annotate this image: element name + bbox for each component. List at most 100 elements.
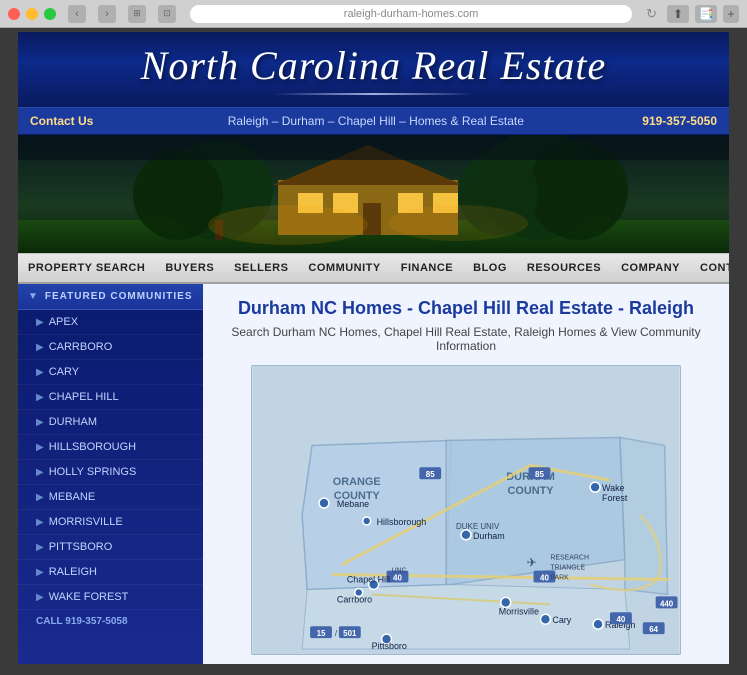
nav-item-blog[interactable]: BLOG [463, 254, 517, 282]
svg-text:DUKE UNIV: DUKE UNIV [456, 522, 500, 531]
svg-text:40: 40 [540, 574, 549, 583]
svg-text:Mebane: Mebane [337, 499, 369, 509]
sidebar-label-carrboro: CARRBORO [49, 341, 113, 353]
maximize-button[interactable] [44, 8, 56, 20]
svg-text:501: 501 [343, 629, 357, 638]
sidebar-label-morrisville: MORRISVILLE [49, 516, 123, 528]
sidebar-arrow: ▶ [36, 317, 44, 328]
svg-text:Durham: Durham [473, 531, 505, 541]
svg-text:COUNTY: COUNTY [508, 485, 555, 497]
close-button[interactable] [8, 8, 20, 20]
nav-item-sellers[interactable]: SELLERS [224, 254, 298, 282]
svg-text:40: 40 [393, 574, 402, 583]
svg-text:85: 85 [426, 470, 435, 479]
address-text: raleigh-durham-homes.com [344, 8, 479, 20]
header-divider [274, 93, 474, 95]
sidebar-item-carrboro[interactable]: ▶ CARRBORO [18, 335, 203, 360]
contact-bar: Contact Us Raleigh – Durham – Chapel Hil… [18, 107, 729, 135]
sidebar-arrow-12: ▶ [36, 592, 44, 603]
sidebar-item-pittsboro[interactable]: ▶ PITTSBORO [18, 535, 203, 560]
main-content: ▼ FEATURED COMMUNITIES ▶ APEX ▶ CARRBORO… [18, 284, 729, 664]
bookmarks-button[interactable]: 📑 [695, 5, 717, 23]
sidebar-label-durham: DURHAM [49, 416, 97, 428]
hero-svg [18, 135, 729, 253]
svg-text:RESEARCH: RESEARCH [550, 555, 589, 562]
sidebar-label-raleigh: RALEIGH [49, 566, 97, 578]
sidebar-label-chapel-hill: CHAPEL HILL [49, 391, 119, 403]
sidebar-label-pittsboro: PITTSBORO [49, 541, 113, 553]
site-header: North Carolina Real Estate [18, 32, 729, 107]
nav-bar: PROPERTY SEARCH BUYERS SELLERS COMMUNITY… [18, 253, 729, 284]
nav-item-resources[interactable]: RESOURCES [517, 254, 611, 282]
svg-text:64: 64 [649, 625, 658, 634]
sidebar-arrow-7: ▶ [36, 467, 44, 478]
svg-text:Carrboro: Carrboro [337, 594, 372, 604]
sidebar-item-raleigh[interactable]: ▶ RALEIGH [18, 560, 203, 585]
view-button[interactable]: ⊞ [128, 5, 146, 23]
svg-text:40: 40 [617, 615, 626, 624]
svg-text:Forest: Forest [602, 493, 628, 503]
sidebar-call[interactable]: CALL 919-357-5058 [18, 610, 203, 633]
contact-phone[interactable]: 919-357-5050 [642, 114, 717, 128]
sidebar-arrow-2: ▶ [36, 342, 44, 353]
bookmark-button[interactable]: ⊡ [158, 5, 176, 23]
svg-text:15: 15 [317, 629, 326, 638]
svg-text:Chapel Hill: Chapel Hill [347, 574, 390, 584]
map-svg: ORANGE COUNTY DURHAM COUNTY [252, 366, 680, 654]
svg-text:TRIANGLE: TRIANGLE [550, 565, 585, 572]
sidebar-label-mebane: MEBANE [49, 491, 95, 503]
svg-text:440: 440 [660, 599, 674, 608]
contact-tagline: Raleigh – Durham – Chapel Hill – Homes &… [109, 114, 642, 128]
sidebar-item-hillsborough[interactable]: ▶ HILLSBOROUGH [18, 435, 203, 460]
new-tab-button[interactable]: + [723, 5, 739, 23]
map-container[interactable]: ORANGE COUNTY DURHAM COUNTY [251, 365, 681, 655]
content-area: Durham NC Homes - Chapel Hill Real Estat… [203, 284, 729, 664]
nav-item-contact[interactable]: CONTACT [690, 254, 729, 282]
sidebar-label-holly-springs: HOLLY SPRINGS [49, 466, 137, 478]
sidebar-label-hillsborough: HILLSBOROUGH [49, 441, 136, 453]
forward-button[interactable]: › [98, 5, 116, 23]
content-subtitle: Search Durham NC Homes, Chapel Hill Real… [219, 325, 713, 353]
sidebar-item-morrisville[interactable]: ▶ MORRISVILLE [18, 510, 203, 535]
sidebar-label-wake-forest: WAKE FOREST [49, 591, 129, 603]
sidebar-arrow-3: ▶ [36, 367, 44, 378]
sidebar-item-cary[interactable]: ▶ CARY [18, 360, 203, 385]
nav-item-buyers[interactable]: BUYERS [155, 254, 224, 282]
sidebar: ▼ FEATURED COMMUNITIES ▶ APEX ▶ CARRBORO… [18, 284, 203, 664]
address-bar[interactable]: raleigh-durham-homes.com [190, 5, 632, 23]
site-title: North Carolina Real Estate [18, 42, 729, 89]
sidebar-arrow-11: ▶ [36, 567, 44, 578]
sidebar-arrow-10: ▶ [36, 542, 44, 553]
sidebar-item-durham[interactable]: ▶ DURHAM [18, 410, 203, 435]
sidebar-header-arrow: ▼ [28, 291, 39, 302]
sidebar-header-label: FEATURED COMMUNITIES [45, 291, 193, 302]
sidebar-item-chapel-hill[interactable]: ▶ CHAPEL HILL [18, 385, 203, 410]
svg-text:✈: ✈ [527, 556, 537, 570]
sidebar-item-holly-springs[interactable]: ▶ HOLLY SPRINGS [18, 460, 203, 485]
minimize-button[interactable] [26, 8, 38, 20]
browser-chrome: ‹ › ⊞ ⊡ raleigh-durham-homes.com ↻ ⬆ 📑 + [0, 0, 747, 28]
sidebar-header: ▼ FEATURED COMMUNITIES [18, 284, 203, 310]
nav-item-company[interactable]: COMPANY [611, 254, 690, 282]
contact-us-label: Contact Us [30, 114, 93, 128]
nav-item-finance[interactable]: FINANCE [391, 254, 463, 282]
sidebar-arrow-8: ▶ [36, 492, 44, 503]
share-button[interactable]: ⬆ [667, 5, 689, 23]
svg-text:Pittsboro: Pittsboro [372, 641, 407, 651]
svg-text:Cary: Cary [552, 615, 571, 625]
sidebar-item-mebane[interactable]: ▶ MEBANE [18, 485, 203, 510]
sidebar-call-label: CALL 919-357-5058 [36, 616, 128, 627]
svg-text:Wake: Wake [602, 483, 625, 493]
back-button[interactable]: ‹ [68, 5, 86, 23]
nav-item-community[interactable]: COMMUNITY [298, 254, 390, 282]
nav-item-property-search[interactable]: PROPERTY SEARCH [18, 254, 155, 282]
sidebar-item-apex[interactable]: ▶ APEX [18, 310, 203, 335]
sidebar-item-wake-forest[interactable]: ▶ WAKE FOREST [18, 585, 203, 610]
website: North Carolina Real Estate Contact Us Ra… [18, 32, 729, 664]
sidebar-arrow-9: ▶ [36, 517, 44, 528]
sidebar-arrow-5: ▶ [36, 417, 44, 428]
sidebar-arrow-6: ▶ [36, 442, 44, 453]
hero-image [18, 135, 729, 253]
sidebar-label-apex: APEX [49, 316, 78, 328]
svg-text:PARK: PARK [550, 575, 569, 582]
